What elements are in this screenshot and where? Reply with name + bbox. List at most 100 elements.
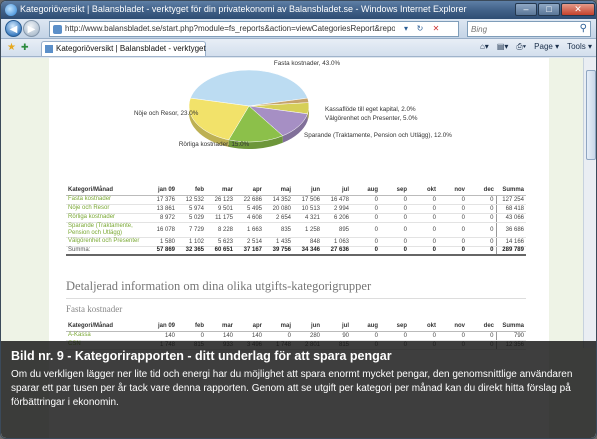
fixed-table-cell: 0 [351, 331, 380, 341]
fixed-table-cell: 140 [148, 331, 177, 341]
category-table-cell: 39 756 [264, 245, 293, 256]
category-table-cell: 5 495 [235, 204, 264, 214]
category-table: Kategori/Månad jan 09 feb mar apr maj jun jul au… [66, 185, 526, 256]
divider [66, 298, 526, 299]
category-table-row: Nöje och Resor 13 861 5 974 9 501 5 495 20 08… [66, 204, 526, 214]
category-table-cell: 835 [264, 222, 293, 238]
category-table-cell: 1 580 [148, 237, 177, 247]
scrollbar-thumb[interactable] [586, 70, 596, 160]
category-table-cell: 68 418 [495, 204, 526, 214]
pie-label: Sparande (Traktamente, Pension och Utläg… [304, 132, 452, 139]
browser-window: Kategoriöversikt | Balansbladet - verkty… [0, 0, 597, 439]
category-table-cell: 5 623 [206, 237, 235, 247]
category-table-cell: 0 [409, 222, 438, 238]
maximize-button[interactable]: □ [538, 3, 560, 16]
category-table-row: Välgörenhet och Presenter 1 580 1 102 5 623… [66, 237, 526, 247]
search-input[interactable] [471, 23, 569, 35]
category-table-category-link[interactable]: Rörliga kostnader [66, 213, 148, 223]
category-table-header-cell: Kategori/Månad [66, 185, 148, 196]
category-table-header-cell: dec [467, 185, 496, 196]
category-table-category-link: Summa: [66, 245, 148, 256]
category-table-header-cell: maj [264, 185, 293, 196]
fixed-table-header-cell: okt [409, 321, 438, 332]
fixed-table-header-cell: maj [264, 321, 293, 332]
add-favorite-icon[interactable]: ✚ [21, 42, 29, 53]
category-table-cell: 22 686 [235, 195, 264, 205]
search-icon[interactable]: ⚲ [580, 23, 587, 34]
category-table-cell: 10 513 [293, 204, 322, 214]
category-table-row: Summa: 57 869 32 365 60 651 37 167 39 756 34 3… [66, 245, 526, 256]
category-table-cell: 37 167 [235, 245, 264, 256]
fixed-table-header-cell: nov [438, 321, 467, 332]
stop-icon[interactable]: ✕ [430, 23, 442, 35]
pie-label: Nöje och Resor, 23.0% [134, 110, 199, 117]
category-table-category-link[interactable]: Sparande (Traktamente, Pension och Utläg… [66, 222, 148, 238]
category-table-cell: 2 654 [264, 213, 293, 223]
close-button[interactable]: ✕ [561, 3, 595, 16]
url-field[interactable]: http://www.balansbladet.se/start.php?mod… [49, 21, 459, 37]
dropdown-arrow-icon[interactable]: ▾ [400, 23, 412, 35]
category-table-cell: 0 [438, 245, 467, 256]
category-table-cell: 1 063 [322, 237, 351, 247]
page-menu[interactable]: Page ▾ [534, 42, 559, 52]
fixed-table-category-link[interactable]: A-Kassa [66, 331, 148, 341]
category-table-header-cell: okt [409, 185, 438, 196]
ie-logo-icon [5, 4, 17, 16]
category-table-header-cell: aug [351, 185, 380, 196]
category-table-cell: 60 651 [206, 245, 235, 256]
category-table-cell: 0 [409, 237, 438, 247]
minimize-button[interactable]: – [515, 3, 537, 16]
category-table-cell: 1 258 [293, 222, 322, 238]
category-table-cell: 0 [380, 245, 409, 256]
search-box[interactable]: ⚲ [467, 21, 591, 37]
category-table-cell: 0 [380, 195, 409, 205]
detail-heading: Detaljerad information om dina olika utg… [66, 279, 372, 293]
vertical-scrollbar[interactable] [583, 58, 596, 348]
category-table-cell: 0 [351, 195, 380, 205]
category-table-cell: 127 254 [495, 195, 526, 205]
category-table-row: Fasta kostnader 17 376 12 532 26 123 22 686 1… [66, 195, 526, 205]
address-bar: ◀ ▶ http://www.balansbladet.se/start.php… [1, 19, 596, 39]
category-table-category-link[interactable]: Fasta kostnader [66, 195, 148, 205]
category-table-category-link[interactable]: Nöje och Resor [66, 204, 148, 214]
tab-label: Kategoriöversikt | Balansbladet - verkty… [56, 44, 206, 53]
category-table-cell: 1 435 [264, 237, 293, 247]
category-table-cell: 0 [467, 204, 496, 214]
fixed-table-cell: 0 [264, 331, 293, 341]
forward-arrow-icon[interactable]: ▶ [23, 20, 40, 37]
fixed-table-cell: 140 [235, 331, 264, 341]
feeds-icon[interactable]: ▤▾ [497, 42, 509, 52]
pie-label: Fasta kostnader, 43.0% [274, 60, 341, 67]
category-table-cell: 895 [322, 222, 351, 238]
category-table-cell: 0 [409, 195, 438, 205]
category-table-cell: 32 365 [177, 245, 206, 256]
refresh-icon[interactable]: ↻ [414, 23, 426, 35]
category-table-cell: 0 [380, 213, 409, 223]
home-icon[interactable]: ⌂▾ [480, 42, 489, 52]
caption-title: Bild nr. 9 - Kategorirapporten - ditt un… [11, 349, 392, 363]
caption-overlay: Bild nr. 9 - Kategorirapporten - ditt un… [1, 341, 596, 438]
fixed-table-header-cell: feb [177, 321, 206, 332]
category-table-row: Sparande (Traktamente, Pension och Utläg… [66, 222, 526, 238]
category-table-cell: 0 [351, 204, 380, 214]
fixed-table-cell: 280 [293, 331, 322, 341]
category-table-cell: 5 974 [177, 204, 206, 214]
category-table-cell: 5 029 [177, 213, 206, 223]
category-table-cell: 6 206 [322, 213, 351, 223]
category-table-cell: 0 [380, 204, 409, 214]
tools-menu[interactable]: Tools ▾ [567, 42, 592, 52]
category-table-header-cell: mar [206, 185, 235, 196]
url-text[interactable]: http://www.balansbladet.se/start.php?mod… [65, 24, 395, 33]
print-icon[interactable]: ⎙▾ [516, 42, 526, 52]
back-arrow-icon[interactable]: ◀ [5, 20, 22, 37]
category-table-cell: 0 [467, 195, 496, 205]
favorites-star-icon[interactable]: ★ [7, 42, 16, 53]
category-table-cell: 16 478 [322, 195, 351, 205]
category-table-category-link[interactable]: Välgörenhet och Presenter [66, 237, 148, 247]
category-table-cell: 0 [351, 213, 380, 223]
category-table-header-cell: jul [322, 185, 351, 196]
category-table-cell: 289 789 [495, 245, 526, 256]
category-table-header-cell: apr [235, 185, 264, 196]
tab-active[interactable]: Kategoriöversikt | Balansbladet - verkty… [41, 41, 206, 56]
fixed-table-header-cell: jun [293, 321, 322, 332]
